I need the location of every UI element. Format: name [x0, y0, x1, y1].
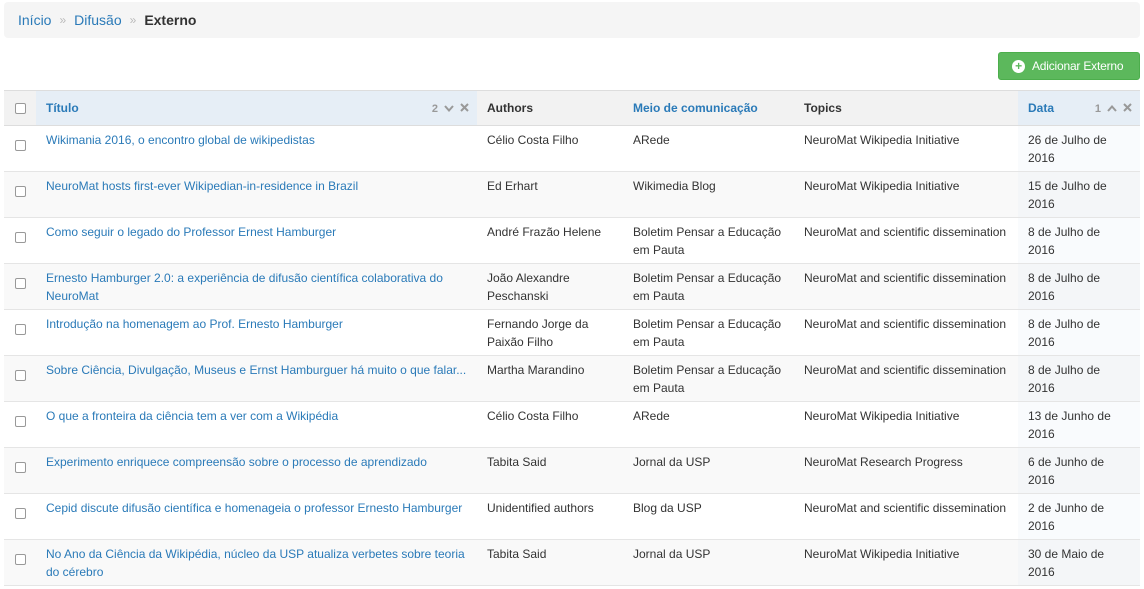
- item-media: Jornal da USP: [633, 455, 711, 469]
- table-row: O que a fronteira da ciência tem a ver c…: [4, 401, 1140, 448]
- item-topics: NeuroMat and scientific dissemination: [804, 363, 1007, 377]
- item-authors: João Alexandre Peschanski: [487, 271, 570, 303]
- column-header-date: Data 1: [1018, 90, 1140, 126]
- sort-by-media-link[interactable]: Meio de comunicação: [633, 101, 758, 115]
- item-date: 8 de Julho de 2016: [1018, 263, 1140, 310]
- breadcrumb-current: Externo: [144, 12, 197, 28]
- plus-circle-icon: +: [1012, 59, 1025, 73]
- column-header-media: Meio de comunicação: [623, 90, 794, 126]
- item-media: Boletim Pensar a Educação em Pauta: [633, 225, 782, 257]
- item-authors: Tabita Said: [487, 455, 547, 469]
- item-authors: Fernando Jorge da Paixão Filho: [487, 317, 589, 349]
- table-row: Introdução na homenagem ao Prof. Ernesto…: [4, 309, 1140, 356]
- row-checkbox[interactable]: [14, 140, 26, 152]
- row-checkbox[interactable]: [14, 554, 26, 566]
- sort-by-date-link[interactable]: Data: [1028, 101, 1054, 115]
- item-date: 8 de Julho de 2016: [1018, 355, 1140, 402]
- title-sort-controls: 2: [426, 91, 469, 126]
- item-title-link[interactable]: Como seguir o legado do Professor Ernest…: [46, 225, 336, 239]
- item-date: 13 de Junho de 2016: [1018, 401, 1140, 448]
- item-topics: NeuroMat Research Progress: [804, 455, 963, 469]
- date-sort-controls: 1: [1089, 91, 1132, 126]
- item-media: ARede: [633, 409, 670, 423]
- table-row: Ernesto Hamburger 2.0: a experiência de …: [4, 263, 1140, 310]
- item-topics: NeuroMat Wikipedia Initiative: [804, 409, 960, 423]
- item-authors: Célio Costa Filho: [487, 133, 579, 147]
- item-media: Blog da USP: [633, 501, 702, 515]
- item-topics: NeuroMat and scientific dissemination: [804, 225, 1007, 239]
- item-title-link[interactable]: Sobre Ciência, Divulgação, Museus e Erns…: [46, 363, 466, 377]
- item-media: Boletim Pensar a Educação em Pauta: [633, 317, 782, 349]
- table-row: Cepid discute difusão científica e homen…: [4, 493, 1140, 540]
- item-media: Boletim Pensar a Educação em Pauta: [633, 271, 782, 303]
- table-row: No Ano da Ciência da Wikipédia, núcleo d…: [4, 539, 1140, 586]
- item-topics: NeuroMat Wikipedia Initiative: [804, 133, 960, 147]
- item-date: 6 de Junho de 2016: [1018, 447, 1140, 494]
- column-header-topics: Topics: [794, 90, 1018, 126]
- item-date: 26 de Julho de 2016: [1018, 125, 1140, 172]
- item-authors: Tabita Said: [487, 547, 547, 561]
- select-all-header: [4, 90, 36, 126]
- item-topics: NeuroMat and scientific dissemination: [804, 317, 1007, 331]
- breadcrumb-section-link[interactable]: Difusão: [74, 12, 121, 28]
- item-authors: Unidentified authors: [487, 501, 594, 515]
- item-authors: André Frazão Helene: [487, 225, 602, 239]
- item-title-link[interactable]: O que a fronteira da ciência tem a ver c…: [46, 409, 338, 423]
- sort-by-title-link[interactable]: Título: [46, 101, 79, 115]
- select-all-checkbox[interactable]: [14, 103, 26, 115]
- row-checkbox[interactable]: [14, 186, 26, 198]
- item-title-link[interactable]: No Ano da Ciência da Wikipédia, núcleo d…: [46, 547, 465, 579]
- row-checkbox[interactable]: [14, 232, 26, 244]
- add-external-button[interactable]: + Adicionar Externo: [998, 52, 1140, 80]
- item-authors: Ed Erhart: [487, 179, 538, 193]
- item-media: Jornal da USP: [633, 547, 711, 561]
- item-media: ARede: [633, 133, 670, 147]
- item-date: 15 de Julho de 2016: [1018, 171, 1140, 218]
- chevron-down-icon[interactable]: [444, 103, 454, 115]
- date-sort-priority: 1: [1094, 102, 1101, 115]
- row-checkbox[interactable]: [14, 370, 26, 382]
- item-title-link[interactable]: NeuroMat hosts first-ever Wikipedian-in-…: [46, 179, 358, 193]
- table-row: Wikimania 2016, o encontro global de wik…: [4, 125, 1140, 172]
- item-date: 30 de Maio de 2016: [1018, 539, 1140, 586]
- item-title-link[interactable]: Wikimania 2016, o encontro global de wik…: [46, 133, 315, 147]
- breadcrumb-separator: »: [59, 13, 67, 27]
- title-sort-priority: 2: [431, 102, 438, 115]
- item-date: 2 de Junho de 2016: [1018, 493, 1140, 540]
- add-external-label: Adicionar Externo: [1032, 59, 1124, 73]
- row-checkbox[interactable]: [14, 278, 26, 290]
- item-authors: Célio Costa Filho: [487, 409, 579, 423]
- table-header-row: Título 2 Authors Meio de comunicação Top…: [4, 90, 1140, 126]
- external-items-table: Título 2 Authors Meio de comunicação Top…: [4, 90, 1140, 586]
- item-title-link[interactable]: Cepid discute difusão científica e homen…: [46, 501, 462, 515]
- column-header-title: Título 2: [36, 90, 477, 126]
- item-date: 8 de Julho de 2016: [1018, 217, 1140, 264]
- item-media: Wikimedia Blog: [633, 179, 716, 193]
- breadcrumb-home-link[interactable]: Início: [18, 12, 51, 28]
- item-topics: NeuroMat and scientific dissemination: [804, 501, 1007, 515]
- row-checkbox[interactable]: [14, 462, 26, 474]
- close-icon[interactable]: [460, 102, 469, 115]
- item-authors: Martha Marandino: [487, 363, 585, 377]
- table-row: NeuroMat hosts first-ever Wikipedian-in-…: [4, 171, 1140, 218]
- close-icon[interactable]: [1123, 102, 1132, 115]
- chevron-up-icon[interactable]: [1107, 103, 1117, 115]
- column-header-authors: Authors: [477, 90, 623, 126]
- item-title-link[interactable]: Experimento enriquece compreensão sobre …: [46, 455, 427, 469]
- table-row: Sobre Ciência, Divulgação, Museus e Erns…: [4, 355, 1140, 402]
- row-checkbox[interactable]: [14, 324, 26, 336]
- item-topics: NeuroMat and scientific dissemination: [804, 271, 1007, 285]
- item-media: Boletim Pensar a Educação em Pauta: [633, 363, 782, 395]
- item-title-link[interactable]: Ernesto Hamburger 2.0: a experiência de …: [46, 271, 443, 303]
- table-row: Experimento enriquece compreensão sobre …: [4, 447, 1140, 494]
- breadcrumb: Início » Difusão » Externo: [4, 2, 1140, 38]
- table-row: Como seguir o legado do Professor Ernest…: [4, 217, 1140, 264]
- item-date: 8 de Julho de 2016: [1018, 309, 1140, 356]
- row-checkbox[interactable]: [14, 508, 26, 520]
- breadcrumb-separator: »: [129, 13, 137, 27]
- item-title-link[interactable]: Introdução na homenagem ao Prof. Ernesto…: [46, 317, 343, 331]
- item-topics: NeuroMat Wikipedia Initiative: [804, 547, 960, 561]
- item-topics: NeuroMat Wikipedia Initiative: [804, 179, 960, 193]
- row-checkbox[interactable]: [14, 416, 26, 428]
